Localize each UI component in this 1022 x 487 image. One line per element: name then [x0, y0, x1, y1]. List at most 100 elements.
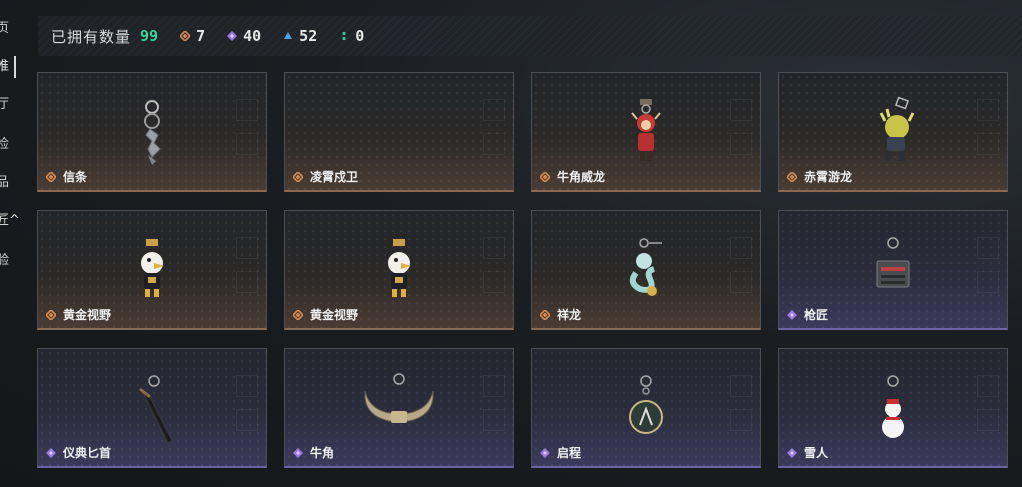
item-name-row: 黄金视野 [293, 306, 358, 323]
card-decoration [236, 237, 258, 259]
card-decoration [483, 237, 505, 259]
purple-rarity-icon [787, 447, 797, 458]
item-name-row: 黄金视野 [46, 306, 111, 323]
item-card[interactable]: 雪人 [778, 348, 1008, 468]
purple-rarity-icon [540, 447, 550, 458]
card-decoration [730, 99, 752, 121]
item-name: 黄金视野 [63, 308, 112, 322]
item-name-row: 凌霄戍卫 [293, 168, 358, 185]
card-decoration [730, 133, 752, 155]
item-name-row: 赤霄游龙 [787, 168, 852, 185]
item-name: 信条 [63, 170, 88, 184]
card-decoration [483, 271, 505, 293]
eagle-mascot-keychain-icon [141, 239, 164, 297]
item-card[interactable]: 赤霄游龙 [778, 72, 1008, 192]
item-name-row: 雪人 [787, 444, 828, 461]
card-decoration [730, 375, 752, 397]
eagle-mascot-keychain-icon [388, 239, 411, 297]
item-card[interactable]: 牛角威龙 [531, 72, 761, 192]
card-decoration [977, 99, 999, 121]
card-decoration [730, 409, 752, 431]
item-name: 黄金视野 [310, 308, 359, 322]
purple-rarity-icon [787, 309, 797, 320]
card-decoration [730, 237, 752, 259]
round-badge-keychain-icon [629, 375, 663, 434]
item-name: 启程 [557, 446, 582, 460]
item-card[interactable]: 仪典匕首 [37, 348, 267, 468]
item-name-row: 祥龙 [540, 306, 581, 323]
owned-count: 99 [140, 27, 159, 45]
item-name-row: 仪典匕首 [46, 444, 111, 461]
purple-rarity-icon [46, 447, 56, 458]
item-card[interactable]: 枪匠 [778, 210, 1008, 330]
owned-label: 已拥有数量 [51, 27, 132, 46]
orange-count: 7 [196, 27, 206, 45]
card-decoration [977, 409, 999, 431]
item-card[interactable]: 信条 [37, 72, 267, 192]
card-decoration [236, 409, 258, 431]
card-decoration [977, 375, 999, 397]
item-name: 凌霄戍卫 [310, 170, 359, 184]
card-decoration [730, 271, 752, 293]
item-card[interactable]: 启程 [531, 348, 761, 468]
item-card[interactable]: 黄金视野 [37, 210, 267, 330]
green-count: 0 [355, 27, 365, 45]
sidebar-item-0[interactable]: 页 [0, 18, 20, 40]
item-name: 枪匠 [804, 308, 829, 322]
card-decoration [236, 271, 258, 293]
jade-dragon-keychain-icon [629, 238, 662, 296]
item-name-row: 牛角 [293, 444, 334, 461]
card-decoration [977, 133, 999, 155]
side-navigation: 页 推 厅 检 品 匠^ 验 [0, 0, 22, 487]
card-decoration [977, 237, 999, 259]
purple-rarity-icon [293, 447, 303, 458]
orange-rarity-icon [540, 171, 550, 182]
red-warrior-keychain-icon [631, 99, 661, 161]
silver-fish-keychain-icon [144, 100, 161, 165]
orange-rarity-icon [293, 171, 303, 182]
sidebar-item-6[interactable]: 验 [0, 250, 20, 272]
card-decoration [483, 409, 505, 431]
item-name: 祥龙 [557, 308, 582, 322]
blue-triangle-icon [284, 32, 293, 39]
item-name: 雪人 [804, 446, 829, 460]
item-name: 赤霄游龙 [804, 170, 853, 184]
sidebar-item-3[interactable]: 检 [0, 134, 20, 156]
bull-horns-keychain-icon [364, 373, 434, 423]
orange-rarity-icon [540, 309, 550, 320]
orange-diamond-icon [180, 31, 191, 41]
item-card[interactable]: 黄金视野 [284, 210, 514, 330]
sidebar-item-2[interactable]: 厅 [0, 94, 20, 116]
card-decoration [483, 133, 505, 155]
purple-count: 40 [243, 27, 262, 45]
snowman-keychain-icon [882, 375, 904, 438]
item-name: 牛角威龙 [557, 170, 606, 184]
purple-diamond-icon [227, 31, 238, 41]
orange-rarity-icon [46, 171, 56, 182]
gun-case-keychain-icon [876, 237, 910, 288]
item-card[interactable]: 牛角 [284, 348, 514, 468]
sidebar-item-5[interactable]: 匠^ [0, 210, 30, 232]
item-card[interactable]: 祥龙 [531, 210, 761, 330]
card-decoration [236, 133, 258, 155]
orange-rarity-icon [787, 171, 797, 182]
ownership-summary-bar: 已拥有数量 99 7 40 52 0 [38, 16, 1022, 56]
item-name-row: 枪匠 [787, 306, 828, 323]
purple-rarity-stat: 40 [227, 27, 261, 45]
orange-rarity-icon [293, 309, 303, 320]
sidebar-item-4[interactable]: 品 [0, 172, 20, 194]
item-card[interactable]: 凌霄戍卫 [284, 72, 514, 192]
item-name-row: 信条 [46, 168, 87, 185]
card-decoration [483, 99, 505, 121]
item-name: 牛角 [310, 446, 335, 460]
card-decoration [236, 99, 258, 121]
blue-rarity-stat: 52 [283, 27, 317, 45]
card-decoration [236, 375, 258, 397]
card-decoration [977, 271, 999, 293]
item-name: 仪典匕首 [63, 446, 112, 460]
item-name-row: 启程 [540, 444, 581, 461]
sidebar-item-1-active[interactable]: 推 [0, 56, 16, 78]
card-decoration [483, 375, 505, 397]
green-rarity-stat: 0 [339, 27, 364, 45]
orange-rarity-icon [46, 309, 56, 320]
